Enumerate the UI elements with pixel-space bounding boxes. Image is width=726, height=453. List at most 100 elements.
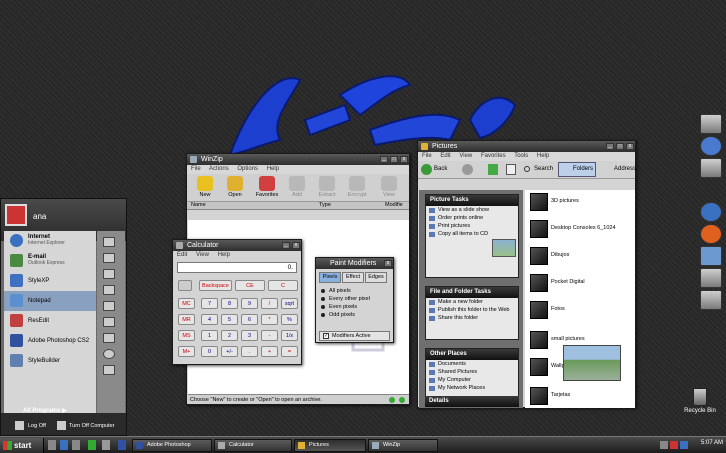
internet-explorer-icon[interactable]: [700, 202, 722, 222]
recycle-bin-shortcut[interactable]: Recycle Bin: [680, 388, 720, 414]
quicklaunch-icon[interactable]: [48, 440, 56, 450]
minimize-button[interactable]: _: [380, 156, 388, 163]
folder-item[interactable]: Fotos: [527, 300, 633, 320]
key-8[interactable]: 8: [221, 298, 238, 309]
tray-icon-3[interactable]: [680, 441, 688, 449]
maximize-button[interactable]: □: [390, 156, 398, 163]
key-reciprocal[interactable]: 1/x: [281, 330, 298, 341]
menu-edit[interactable]: Edit: [440, 153, 450, 159]
m-plus-button[interactable]: M+: [178, 346, 195, 357]
menu-help[interactable]: Help: [267, 166, 279, 172]
link-new-folder[interactable]: Make a new folder: [426, 299, 518, 306]
other-places-header[interactable]: Other Places: [426, 349, 518, 360]
home-icon[interactable]: [506, 164, 516, 175]
view-button[interactable]: View: [375, 176, 403, 198]
back-arrow-icon[interactable]: [421, 164, 432, 175]
tab-pixels[interactable]: Pixels: [319, 272, 341, 283]
ce-button[interactable]: CE: [235, 280, 265, 291]
quicklaunch-icon-4[interactable]: [102, 440, 110, 450]
firefox-icon[interactable]: [700, 224, 722, 244]
folder-item[interactable]: Desktop Consoles 6_1024: [527, 219, 633, 239]
key-1[interactable]: 1: [201, 330, 218, 341]
key-3[interactable]: 3: [241, 330, 258, 341]
column-name[interactable]: Name: [191, 202, 206, 208]
link-slide-show[interactable]: View as a slide show: [426, 207, 518, 214]
file-folder-tasks-header[interactable]: File and Folder Tasks: [426, 287, 518, 298]
key-divide[interactable]: /: [261, 298, 278, 309]
encrypt-button[interactable]: Encrypt: [343, 176, 371, 198]
start-item-internet[interactable]: Internet Internet Explorer: [4, 231, 96, 251]
menu-actions[interactable]: Actions: [209, 166, 229, 172]
key-sqrt[interactable]: sqrt: [281, 298, 298, 309]
menu-help[interactable]: Help: [218, 252, 230, 258]
key-percent[interactable]: %: [281, 314, 298, 325]
tray-icon-1[interactable]: [660, 441, 668, 449]
dock-item-6[interactable]: [700, 246, 722, 266]
mc-button[interactable]: MC: [178, 298, 195, 309]
folder-item[interactable]: 3D pictures: [527, 192, 633, 212]
link-documents[interactable]: Documents: [426, 361, 518, 368]
key-0[interactable]: 0: [201, 346, 218, 357]
search-button[interactable]: Search: [534, 166, 553, 172]
my-computer-icon[interactable]: [103, 285, 115, 295]
my-documents-icon[interactable]: [103, 237, 115, 247]
key-6[interactable]: 6: [241, 314, 258, 325]
folder-item[interactable]: Pocket Digital: [527, 273, 633, 293]
picture-tasks-header[interactable]: Picture Tasks: [426, 195, 518, 206]
quicklaunch-icon-2[interactable]: [72, 440, 80, 450]
key-equals[interactable]: =: [281, 346, 298, 357]
link-share-folder[interactable]: Share this folder: [426, 315, 518, 322]
key-plus[interactable]: +: [261, 346, 278, 357]
c-button[interactable]: C: [268, 280, 298, 291]
link-shared-pictures[interactable]: Shared Pictures: [426, 369, 518, 376]
dock-item-1[interactable]: [700, 114, 722, 134]
folder-item[interactable]: Tarjetas: [527, 386, 633, 406]
up-folder-icon[interactable]: [488, 164, 498, 175]
settings-gear-icon[interactable]: [700, 268, 722, 288]
mr-button[interactable]: MR: [178, 314, 195, 325]
link-order-prints[interactable]: Order prints online: [426, 215, 518, 222]
key-minus[interactable]: -: [261, 330, 278, 341]
start-item-stylexp[interactable]: StyleXP: [4, 271, 96, 291]
my-music-icon[interactable]: [103, 269, 115, 279]
printers-icon[interactable]: [103, 317, 115, 327]
key-decimal[interactable]: .: [241, 346, 258, 357]
log-off-button[interactable]: Log Off: [28, 423, 46, 429]
tab-edges[interactable]: Edges: [365, 272, 387, 283]
start-item-notepad[interactable]: Notepad: [4, 291, 96, 311]
back-button[interactable]: Back: [434, 166, 447, 172]
maximize-button[interactable]: □: [616, 143, 624, 150]
minimize-button[interactable]: _: [606, 143, 614, 150]
paint-modifiers-titlebar[interactable]: Paint Modifiers x: [316, 258, 393, 269]
link-my-computer[interactable]: My Computer: [426, 377, 518, 384]
ms-button[interactable]: MS: [178, 330, 195, 341]
menu-view[interactable]: View: [459, 153, 472, 159]
menu-view[interactable]: View: [196, 252, 209, 258]
open-button[interactable]: Open: [221, 176, 249, 198]
user-avatar[interactable]: [5, 204, 27, 226]
backspace-button[interactable]: Backspace: [199, 280, 232, 291]
tab-effect[interactable]: Effect: [342, 272, 364, 283]
details-header[interactable]: Details: [425, 396, 519, 407]
menu-options[interactable]: Options: [237, 166, 258, 172]
folder-item[interactable]: Dibujos: [527, 246, 633, 266]
start-item-stylebuilder[interactable]: StyleBuilder: [4, 351, 96, 371]
search-icon[interactable]: [103, 349, 115, 359]
folders-button[interactable]: Folders: [573, 166, 593, 172]
dock-globe-icon[interactable]: [700, 136, 722, 156]
minimize-button[interactable]: _: [282, 242, 290, 249]
calculator-titlebar[interactable]: Calculator _ x: [173, 240, 301, 251]
extract-button[interactable]: Extract: [313, 176, 341, 198]
menu-file[interactable]: File: [191, 166, 201, 172]
pictures-titlebar[interactable]: Pictures _ □ x: [418, 141, 635, 152]
menu-file[interactable]: File: [422, 153, 432, 159]
start-button[interactable]: start: [0, 438, 44, 453]
taskbar-item-photoshop[interactable]: Adobe Photoshop: [132, 439, 212, 452]
menu-help[interactable]: Help: [537, 153, 549, 159]
run-icon[interactable]: [103, 365, 115, 375]
link-print-pictures[interactable]: Print pictures: [426, 223, 518, 230]
my-pictures-icon[interactable]: [103, 253, 115, 263]
link-copy-to-cd[interactable]: Copy all items to CD: [426, 231, 518, 238]
start-item-email[interactable]: E-mail Outlook Express: [4, 251, 96, 271]
new-button[interactable]: New: [191, 176, 219, 198]
